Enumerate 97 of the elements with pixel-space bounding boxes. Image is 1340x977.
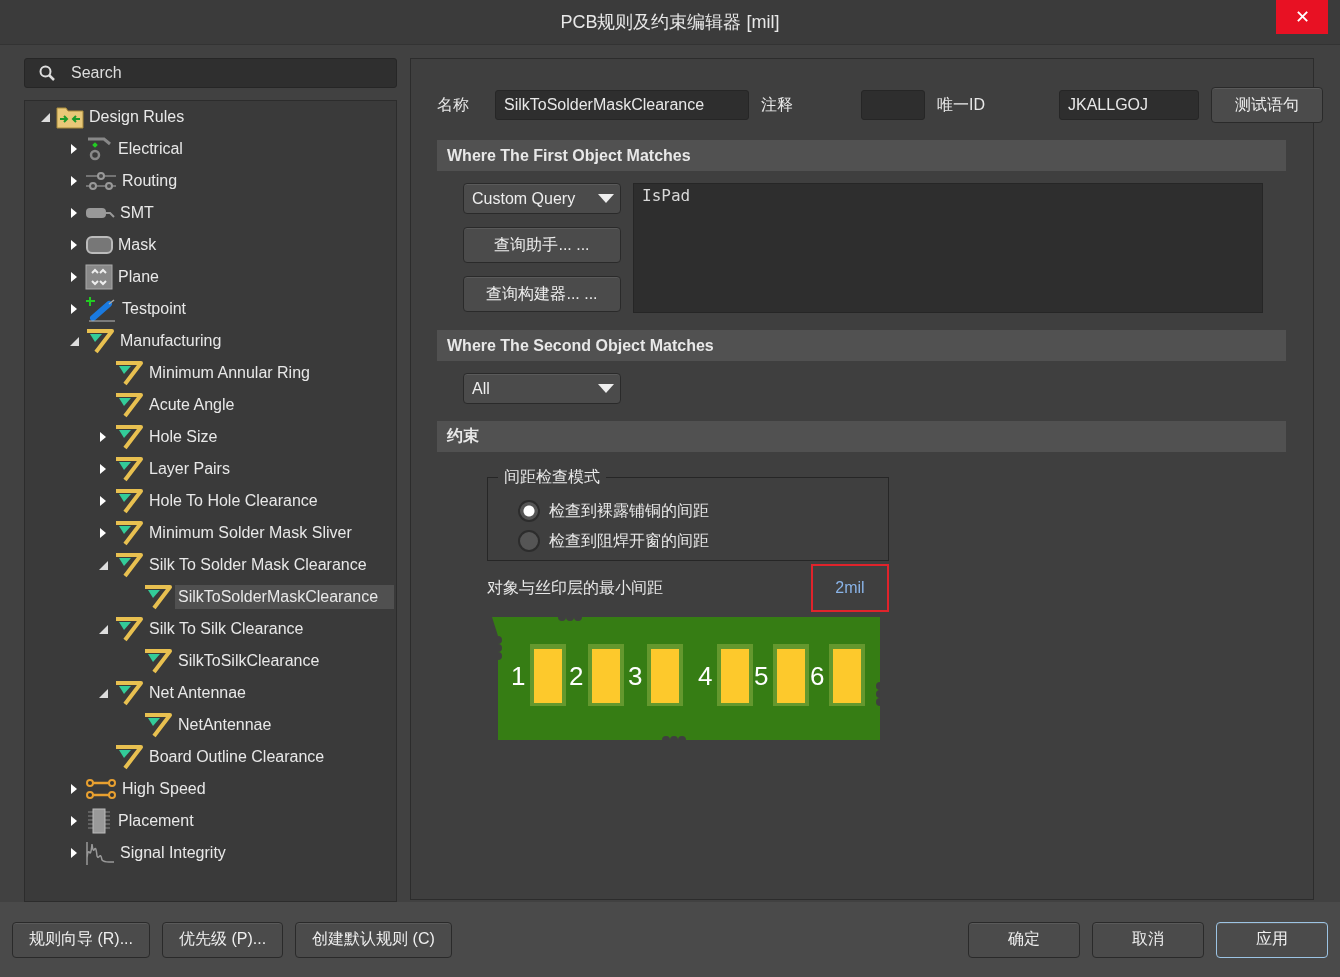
tree-item[interactable]: Plane <box>115 265 162 289</box>
rule-icon <box>143 712 173 738</box>
section-header: 约束 <box>437 421 1286 452</box>
clearance-value[interactable]: 2mil <box>811 564 889 612</box>
tree-item[interactable]: Design Rules <box>86 105 188 129</box>
pad-drawing <box>829 644 865 706</box>
pad-number: 1 <box>511 661 526 691</box>
pad-drawing <box>588 644 624 706</box>
window-title: PCB规则及约束编辑器 [mil] <box>560 11 780 34</box>
footer-button[interactable]: 应用 <box>1216 921 1328 958</box>
tree-item[interactable]: Routing <box>119 169 181 193</box>
pad-number: 6 <box>810 661 825 691</box>
footer-button[interactable]: 创建默认规则 (C) <box>295 921 452 958</box>
collapse-icon[interactable] <box>68 335 80 347</box>
tree-item[interactable]: Hole To Hole Clearance <box>146 489 321 513</box>
rule-icon <box>114 744 144 770</box>
rule-icon <box>114 392 144 418</box>
tree-item[interactable]: Signal Integrity <box>117 841 229 865</box>
search-icon <box>39 65 55 81</box>
footer-button[interactable]: 优先级 (P)... <box>162 921 284 958</box>
rule-icon <box>114 520 144 546</box>
tree-item[interactable]: Mask <box>115 233 160 257</box>
close-button[interactable]: ✕ <box>1276 0 1328 34</box>
chip-icon <box>85 808 113 834</box>
name-label: 名称 <box>437 94 469 115</box>
rule-icon <box>114 552 144 578</box>
tree-item[interactable]: Silk To Solder Mask Clearance <box>146 553 370 577</box>
tree-item[interactable]: Acute Angle <box>146 393 238 417</box>
option-label: 检查到阻焊开窗的间距 <box>549 530 709 551</box>
query-button[interactable]: 查询构建器... ... <box>463 276 621 312</box>
collapse-icon[interactable] <box>97 623 109 635</box>
option-label: 检查到裸露铺铜的间距 <box>549 500 709 521</box>
folder-icon <box>56 105 84 129</box>
radio-button[interactable] <box>518 530 540 552</box>
id-field[interactable]: JKALLGOJ <box>1059 90 1199 120</box>
tree-item[interactable]: NetAntennae <box>175 713 275 737</box>
plane-icon <box>85 264 113 290</box>
rounded-rect-icon <box>85 233 113 257</box>
section-header: Where The Second Object Matches <box>437 330 1286 361</box>
rule-icon <box>114 488 144 514</box>
tree-item[interactable]: Board Outline Clearance <box>146 745 328 769</box>
via-icon <box>85 137 113 161</box>
pad-drawing <box>530 644 566 706</box>
rule-icon <box>114 424 144 450</box>
track-icon <box>85 777 117 801</box>
tree-item[interactable]: SilkToSilkClearance <box>175 649 323 673</box>
rule-icon <box>114 616 144 642</box>
tree-item[interactable]: Layer Pairs <box>146 457 233 481</box>
tree-item[interactable]: SilkToSolderMaskClearance <box>175 585 395 609</box>
pad-number: 3 <box>628 661 643 691</box>
tree-item[interactable]: Testpoint <box>119 297 190 321</box>
test-button[interactable]: 测试语句 <box>1211 87 1323 123</box>
footer-button[interactable]: 确定 <box>968 921 1080 958</box>
radio-button[interactable] <box>518 500 540 522</box>
comment-field[interactable] <box>861 90 925 120</box>
search-field[interactable]: Search <box>24 58 397 88</box>
rule-icon <box>143 648 173 674</box>
probe-icon <box>85 296 117 322</box>
tree-item[interactable]: Manufacturing <box>117 329 225 353</box>
collapse-icon[interactable] <box>97 559 109 571</box>
name-field[interactable]: SilkToSolderMaskClearance <box>495 90 749 120</box>
tree-item[interactable]: Minimum Annular Ring <box>146 361 313 385</box>
dropdown-arrow-icon <box>598 384 614 393</box>
pad-number: 2 <box>569 661 584 691</box>
pad-drawing <box>717 644 753 706</box>
tree-item[interactable]: Net Antennae <box>146 681 249 705</box>
comment-label: 注释 <box>761 94 793 115</box>
dropdown-arrow-icon <box>598 194 614 203</box>
rule-icon <box>143 584 173 610</box>
pad-drawing <box>773 644 809 706</box>
waveform-icon <box>85 840 115 866</box>
tree-item[interactable]: SMT <box>117 201 157 225</box>
rule-icon <box>114 456 144 482</box>
pad-drawing <box>647 644 683 706</box>
section-header: Where The First Object Matches <box>437 140 1286 171</box>
rule-icon <box>114 360 144 386</box>
tree-item[interactable]: Minimum Solder Mask Sliver <box>146 521 355 545</box>
rule-icon <box>114 680 144 706</box>
pad-number: 5 <box>754 661 769 691</box>
pad-number: 4 <box>698 661 713 691</box>
tree-item[interactable]: Electrical <box>115 137 186 161</box>
query-dropdown[interactable]: Custom Query <box>463 183 621 214</box>
collapse-icon[interactable] <box>39 111 51 123</box>
footer-button[interactable]: 规则向导 (R)... <box>12 921 150 958</box>
id-label: 唯一ID <box>937 94 985 115</box>
collapse-icon[interactable] <box>97 687 109 699</box>
query-dropdown[interactable]: All <box>463 373 621 404</box>
tree-item[interactable]: High Speed <box>119 777 209 801</box>
query-editor[interactable]: IsPad <box>633 183 1263 313</box>
query-button[interactable]: 查询助手... ... <box>463 227 621 263</box>
tree-item[interactable]: Placement <box>115 809 197 833</box>
rule-icon <box>85 328 115 354</box>
clearance-label: 对象与丝印层的最小间距 <box>487 577 663 598</box>
tree-item[interactable]: Silk To Silk Clearance <box>146 617 307 641</box>
track-icon <box>85 169 117 193</box>
footer-button[interactable]: 取消 <box>1092 921 1204 958</box>
tree-item[interactable]: Hole Size <box>146 425 221 449</box>
